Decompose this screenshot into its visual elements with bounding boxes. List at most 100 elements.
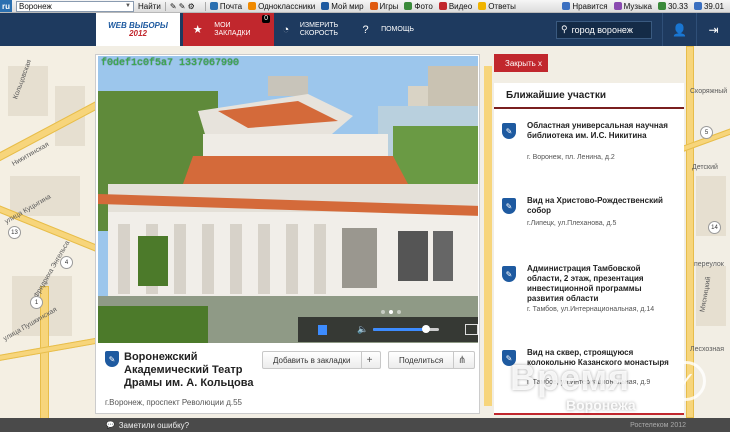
find-button[interactable]: Найти [138,2,161,11]
speech-bubble-icon: 💬 [106,422,115,429]
user-icon[interactable]: 👤 [662,13,696,46]
camera-marker-icon: ✎ [105,351,119,367]
toolbar-link-label: 30.33 [667,1,688,11]
toolbar-link-mymir[interactable]: Мой мир [321,1,364,11]
mail-icon [209,2,218,10]
logout-icon[interactable]: ⇥ [696,13,730,46]
logo-year: 2012 [129,28,147,38]
speedometer-icon: ◔ [282,23,290,36]
volume-knob[interactable] [421,325,430,333]
dollar-icon [657,2,666,10]
mymir-icon [321,2,330,10]
map-label: Скоряжный [690,88,728,95]
map-label: Лесхозная [690,346,724,353]
stop-icon[interactable] [318,324,328,335]
toolbar-link-dollar[interactable]: 30.33 [657,1,688,11]
help-button[interactable]: ? ПОМОЩЬ [352,13,422,46]
chevron-down-icon[interactable]: ▼ [125,3,133,9]
theatre-photo [98,56,478,343]
toolbar-link-label: Музыка [623,1,652,11]
place-address: г.Воронеж, проспект Революции д.55 [105,398,242,407]
camera-id: f0def1c0f5a7 1337067990 [101,58,240,69]
toolbar-link-music[interactable]: Музыка [613,1,652,11]
camera-marker-icon: ✎ [502,123,516,139]
my-bookmarks-button[interactable]: ★ МОИ ЗАКЛАДКИ 0 [183,13,274,46]
watermark-text: Время [510,357,631,398]
station-name[interactable]: Областная универсальная научная библиоте… [527,121,677,141]
volume-slider[interactable] [373,325,440,333]
site-header: WEB ВЫБОРЫ 2012 ★ МОИ ЗАКЛАДКИ 0 ◔ ИЗМЕР… [0,13,730,46]
house-number-marker: 14 [708,221,721,234]
fullscreen-icon[interactable] [465,324,478,335]
city-search-input[interactable]: ⚲ город воронеж [556,20,652,39]
station-address: г.Липецк, ул.Плеханова, д.5 [527,220,617,227]
toolbar-link-label: Нравится [572,1,608,11]
report-error-link[interactable]: 💬 Заметили ошибку? [106,421,189,430]
toolbar-link-mail[interactable]: Почта [209,1,243,11]
share-button[interactable]: Поделиться ⋔ [388,351,475,369]
help-label: ПОМОЩЬ [381,25,414,33]
toolbar-link-euro[interactable]: 39.01 [693,1,724,11]
web-vybory-logo[interactable]: WEB ВЫБОРЫ 2012 [96,13,180,46]
station-address: г. Воронеж, пл. Ленина, д.2 [527,154,615,161]
header-search: ⚲ город воронеж [556,13,652,46]
toolbar-link-games[interactable]: Игры [369,2,398,11]
camera-marker-icon: ✎ [502,266,516,282]
map-label: Детский [692,164,718,171]
my-bookmarks-label: МОИ ЗАКЛАДКИ [214,21,251,37]
toolbar-link-video[interactable]: Видео [438,1,473,11]
close-button[interactable]: Закрыть x [494,54,548,72]
station-name[interactable]: Администрация Тамбовской области, 2 этаж… [527,264,677,304]
toolbar-divider [164,1,166,11]
slide-dot[interactable] [397,310,401,314]
station-address: г. Тамбов, ул.Интернациональная, д.14 [527,306,655,313]
help-icon: ? [362,23,369,36]
toolbar-link-label: Видео [448,1,473,11]
toolbar-link-photo[interactable]: Фото [404,1,433,11]
add-bookmark-label: Добавить в закладки [273,355,351,365]
photo-icon [404,2,413,10]
toolbar-search-input[interactable]: Воронеж ▼ [16,0,134,12]
plus-icon: + [360,352,378,368]
footer: 💬 Заметили ошибку? Ростелеком 2012 [0,418,730,432]
ok-icon [248,2,257,10]
toolbar-link-label: Одноклассники [258,1,316,11]
bookmarks-count-badge: 0 [262,15,270,23]
camera-marker-icon: ✎ [502,198,516,214]
measure-speed-button[interactable]: ◔ ИЗМЕРИТЬ СКОРОСТЬ [274,13,352,46]
volume-icon[interactable]: 🔈 [357,324,368,335]
measure-speed-label: ИЗМЕРИТЬ СКОРОСТЬ [299,21,339,37]
games-icon [369,2,378,10]
copyright: Ростелеком 2012 [630,421,686,429]
answers-icon [478,2,487,10]
video-controls: 🔈 [298,317,478,342]
toolbar-link-answers[interactable]: Ответы [478,2,516,11]
house-number-marker: 5 [700,126,713,139]
toolbar-divider [204,1,206,11]
slide-dot[interactable] [389,310,393,314]
webcam-video[interactable]: f0def1c0f5a7 1337067990 🔈 [98,56,478,343]
toolbar-link-label: 39.01 [703,1,724,11]
toolbar-link-ok[interactable]: Одноклассники [248,2,315,11]
search-icon: ⚲ [561,24,568,34]
slide-dots [381,310,401,314]
toolbar-tools-icon[interactable]: ✎ ✎ ⚙ [170,2,195,11]
slide-dot[interactable] [381,310,385,314]
house-number-marker: 13 [8,226,21,239]
toolbar-link-label: Мой мир [331,1,364,11]
add-bookmark-button[interactable]: Добавить в закладки + [262,351,381,369]
toolbar-link-like[interactable]: Нравится [562,1,608,11]
volume-fill [373,328,426,331]
toolbar-link-label: Ответы [488,1,516,11]
city-search-value: город воронеж [571,24,633,35]
house-number-marker: 4 [60,256,73,269]
report-error-label: Заметили ошибку? [118,420,190,430]
watermark-subtext: Воронежа [566,397,636,413]
station-name[interactable]: Вид на Христово-Рождественский собор [527,196,677,216]
house-number-marker: 1 [30,296,43,309]
toolbar-link-label: Фото [414,1,433,11]
place-title: Воронежский Академический Театр Драмы им… [124,351,254,389]
share-label: Поделиться [399,355,444,365]
toolbar-link-label: Почта [219,1,243,11]
ru-logo: ru [0,0,12,12]
